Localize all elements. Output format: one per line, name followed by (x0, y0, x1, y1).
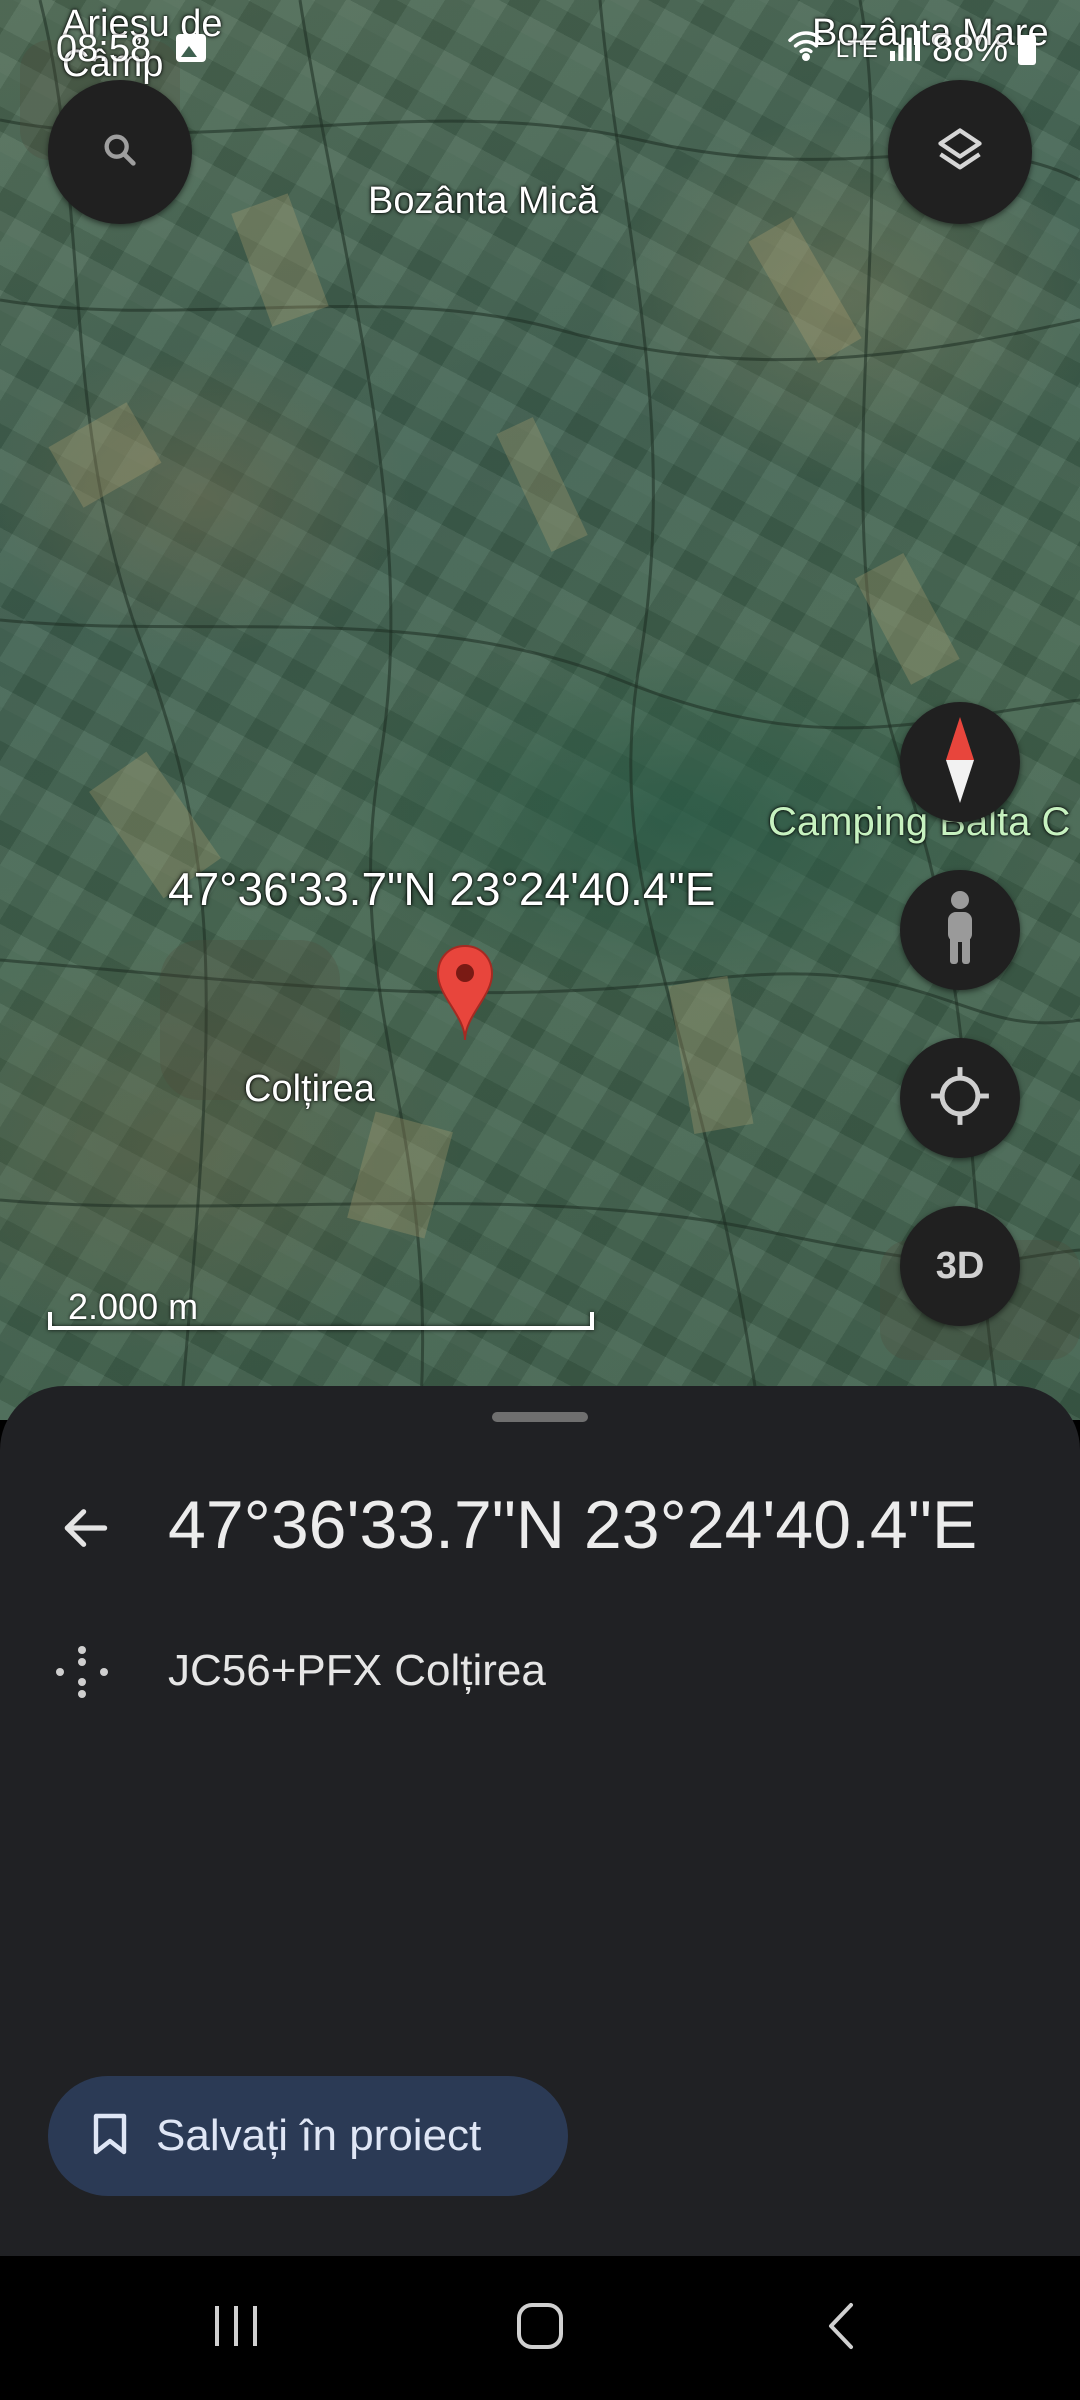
status-bar: 08:58 LTE 88% (0, 0, 1080, 80)
back-icon (827, 2301, 857, 2356)
save-button-label: Salvați în proiect (156, 2111, 482, 2160)
layers-button[interactable] (888, 80, 1032, 224)
gallery-notification-icon (176, 34, 206, 62)
place-title: 47°36'33.7"N 23°24'40.4"E (168, 1487, 978, 1563)
place-label-coltirea: Colțirea (244, 1068, 375, 1110)
compass-button[interactable] (900, 702, 1020, 822)
plus-code-row[interactable]: JC56+PFX Colțirea (0, 1616, 1080, 1726)
place-details-sheet: 47°36'33.7"N 23°24'40.4"E JC56+PFX Colți… (0, 1386, 1080, 2256)
3d-view-button[interactable]: 3D (900, 1206, 1020, 1326)
screen: Arieșu de Câmp Bozânta Mare Bozânta Mică… (0, 0, 1080, 2400)
scale-bar (48, 1312, 594, 1330)
my-location-icon (927, 1063, 993, 1134)
search-button[interactable] (48, 80, 192, 224)
search-icon (100, 130, 140, 175)
home-button[interactable] (480, 2286, 600, 2370)
save-to-project-button[interactable]: Salvați în proiect (48, 2076, 568, 2196)
battery-percent: 88% (931, 28, 1008, 70)
3d-label: 3D (935, 1244, 985, 1287)
map-scale: 2.000 m (48, 1286, 594, 1330)
signal-icon (888, 28, 922, 71)
my-location-button[interactable] (900, 1038, 1020, 1158)
network-type-label: LTE (835, 35, 878, 63)
status-indicators: LTE 88% (786, 28, 1036, 71)
system-back-button[interactable] (782, 2286, 902, 2370)
bookmark-icon (92, 2112, 128, 2161)
battery-icon (1018, 34, 1036, 65)
wifi-icon (786, 28, 826, 71)
pin-coordinates-label: 47°36'33.7"N 23°24'40.4"E (168, 863, 716, 915)
pegman-icon (940, 890, 980, 971)
compass-icon (940, 715, 980, 810)
arrow-back-icon (58, 1500, 114, 1561)
street-view-button[interactable] (900, 870, 1020, 990)
recents-button[interactable] (176, 2286, 296, 2370)
recents-icon (211, 2304, 261, 2353)
plus-code-icon (52, 1642, 112, 1702)
system-navigation-bar (0, 2256, 1080, 2400)
location-pin-icon[interactable] (436, 944, 494, 1044)
satellite-map[interactable]: Arieșu de Câmp Bozânta Mare Bozânta Mică… (0, 0, 1080, 1420)
plus-code-text: JC56+PFX Colțirea (168, 1646, 546, 1695)
layers-icon (934, 124, 986, 181)
sheet-drag-handle[interactable] (492, 1412, 588, 1422)
status-time: 08:58 (56, 28, 152, 70)
place-label-bozanta-mica: Bozânta Mică (368, 180, 599, 222)
back-button[interactable] (44, 1488, 128, 1572)
home-icon (515, 2301, 565, 2356)
